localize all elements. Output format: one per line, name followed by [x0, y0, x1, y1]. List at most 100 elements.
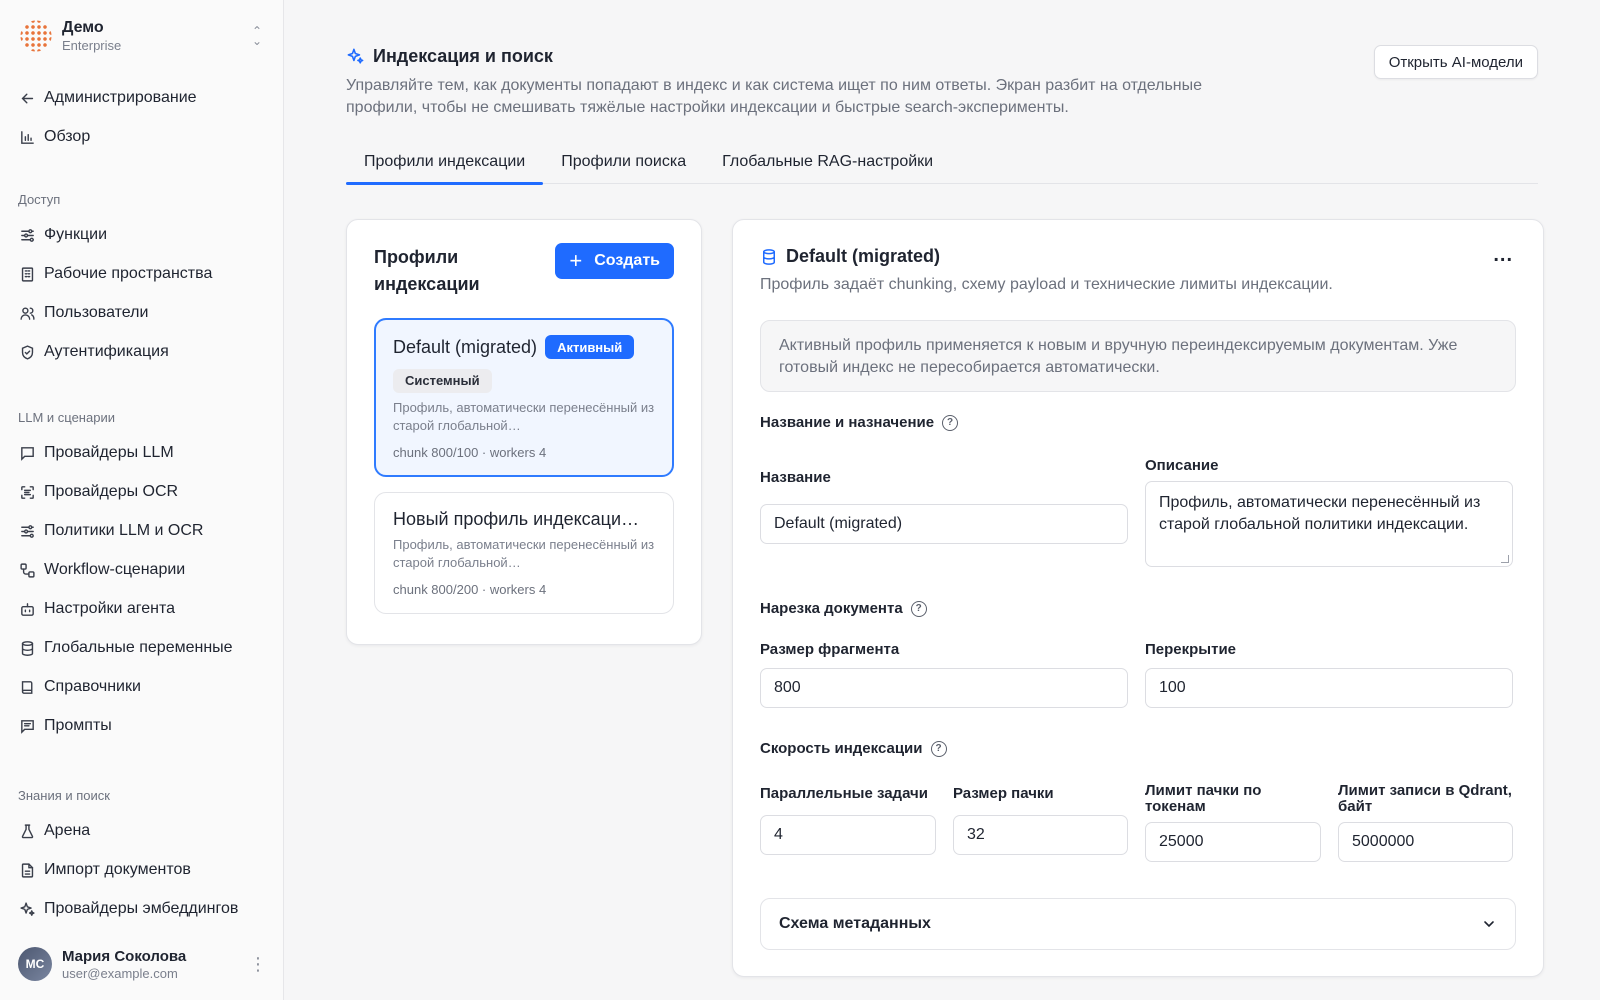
nav-arena[interactable]: Арена: [18, 815, 265, 847]
profile-card[interactable]: Новый профиль индексаци… Профиль, автома…: [374, 492, 674, 614]
page-description: Управляйте тем, как документы попадают в…: [346, 77, 1203, 116]
description-textarea[interactable]: Профиль, автоматически перенесённый из с…: [1145, 481, 1513, 567]
avatar: МС: [18, 947, 52, 981]
detail-title-text: Default (migrated): [786, 246, 941, 266]
nav-label: Пользователи: [44, 304, 149, 321]
page-title-text: Индексация и поиск: [373, 46, 553, 66]
status-badge-active: Активный: [545, 335, 635, 359]
org-switcher[interactable]: Демо Enterprise ⌃ ⌄: [18, 16, 265, 56]
nav-label: Глобальные переменные: [44, 639, 233, 656]
more-options-button[interactable]: ...: [1493, 245, 1513, 265]
tab-global-rag-settings[interactable]: Глобальные RAG-настройки: [704, 140, 951, 184]
help-circle-icon[interactable]: ?: [942, 414, 959, 431]
sliders-icon: [18, 226, 36, 244]
user-profile[interactable]: МС Мария Соколова user@example.com ⋮: [18, 944, 267, 984]
nav-embedding-providers[interactable]: Провайдеры эмбеддингов: [18, 893, 265, 925]
nav-group-knowledge: Знания и поиск: [18, 788, 110, 803]
nav-label: Провайдеры LLM: [44, 444, 174, 461]
batch-size-label: Размер пачки: [953, 785, 1054, 802]
nav-label: Политики LLM и OCR: [44, 522, 204, 539]
arrow-left-icon: [18, 89, 36, 107]
users-icon: [18, 304, 36, 322]
nav-users[interactable]: Пользователи: [18, 297, 265, 329]
more-vertical-icon[interactable]: ⋮: [249, 955, 267, 973]
nav-features[interactable]: Функции: [18, 219, 265, 251]
open-ai-models-button[interactable]: Открыть AI-модели: [1373, 45, 1538, 79]
detail-title: Default (migrated): [760, 246, 940, 267]
nav-label: Рабочие пространства: [44, 265, 213, 282]
description-field-label: Описание: [1145, 457, 1219, 474]
help-circle-icon[interactable]: ?: [930, 740, 947, 757]
chevron-down-icon: [1481, 916, 1497, 932]
accordion-label: Схема метаданных: [779, 915, 931, 932]
chevron-up-down-icon: ⌃ ⌄: [251, 24, 263, 48]
nav-group-llm: LLM и сценарии: [18, 410, 115, 425]
nav-overview[interactable]: Обзор: [18, 121, 265, 153]
nav-label: Промпты: [44, 717, 112, 734]
token-limit-label: Лимит пачки по токенам: [1145, 782, 1262, 815]
nav-global-vars[interactable]: Глобальные переменные: [18, 632, 265, 664]
parallel-tasks-input[interactable]: 4: [760, 815, 936, 855]
nav-label: Обзор: [44, 128, 91, 145]
message-text-icon: [18, 717, 36, 735]
create-button-label: Создать: [594, 252, 660, 269]
bot-icon: [18, 600, 36, 618]
nav-dictionaries[interactable]: Справочники: [18, 671, 265, 703]
book-icon: [18, 678, 36, 696]
description-text: Профиль, автоматически перенесённый из с…: [1159, 494, 1481, 533]
org-plan: Enterprise: [62, 38, 122, 53]
chunk-size-input[interactable]: 800: [760, 668, 1128, 708]
overlap-input[interactable]: 100: [1145, 668, 1513, 708]
bar-chart-icon: [18, 128, 36, 146]
help-circle-icon[interactable]: ?: [910, 600, 927, 617]
profiles-panel-title: Профили индексации: [374, 247, 480, 294]
nav-auth[interactable]: Аутентификация: [18, 336, 265, 368]
database-icon: [760, 248, 778, 266]
token-limit-input[interactable]: 25000: [1145, 822, 1321, 862]
profile-meta: chunk 800/200 · workers 4: [393, 582, 547, 597]
nav-group-access: Доступ: [18, 192, 61, 207]
tab-search-profiles[interactable]: Профили поиска: [543, 140, 704, 184]
profile-detail-panel: Default (migrated) ... Профиль задаёт ch…: [732, 219, 1544, 977]
nav-prompts[interactable]: Промпты: [18, 710, 265, 742]
shield-icon: [18, 343, 36, 361]
plus-icon: +: [569, 248, 583, 273]
section-title-text: Скорость индексации: [760, 740, 923, 757]
nav-workspaces[interactable]: Рабочие пространства: [18, 258, 265, 290]
resize-handle-icon[interactable]: [1501, 555, 1509, 563]
profile-name: Новый профиль индексаци…: [393, 509, 640, 529]
system-badge: Системный: [393, 369, 492, 393]
qdrant-limit-input[interactable]: 5000000: [1338, 822, 1513, 862]
nav-workflows[interactable]: Workflow-сценарии: [18, 554, 265, 586]
section-name-title: Название и назначение ?: [760, 414, 959, 431]
profiles-panel: Профили индексации + Создать Default (mi…: [346, 219, 702, 645]
nav-label: Импорт документов: [44, 861, 191, 878]
chunk-size-label: Размер фрагмента: [760, 641, 900, 658]
database-icon: [18, 639, 36, 657]
sidebar: Демо Enterprise ⌃ ⌄ Администрирование Обз…: [0, 0, 284, 1000]
user-email: user@example.com: [62, 965, 178, 981]
nav-label: Workflow-сценарии: [44, 561, 186, 578]
name-input[interactable]: Default (migrated): [760, 504, 1128, 544]
batch-size-input[interactable]: 32: [953, 815, 1128, 855]
scan-text-icon: [18, 483, 36, 501]
nav-back-admin[interactable]: Администрирование: [18, 82, 265, 114]
nav-label: Функции: [44, 226, 108, 243]
tab-indexing-profiles[interactable]: Профили индексации: [346, 140, 544, 185]
page-title: Индексация и поиск: [346, 46, 1206, 67]
nav-label: Администрирование: [44, 89, 197, 106]
profile-card-selected[interactable]: Default (migrated) Активный Системный Пр…: [374, 318, 674, 477]
nav-agent-settings[interactable]: Настройки агента: [18, 593, 265, 625]
nav-llm-ocr-policies[interactable]: Политики LLM и OCR: [18, 515, 265, 547]
nav-ocr-providers[interactable]: Провайдеры OCR: [18, 476, 265, 508]
nav-import-docs[interactable]: Импорт документов: [18, 854, 265, 886]
nav-label: Провайдеры эмбеддингов: [44, 900, 239, 917]
tabs: Профили индексации Профили поиска Глобал…: [346, 140, 1538, 185]
metadata-schema-accordion[interactable]: Схема метаданных: [760, 898, 1516, 950]
nav-llm-providers[interactable]: Провайдеры LLM: [18, 437, 265, 469]
create-profile-button[interactable]: + Создать: [555, 243, 674, 279]
building-icon: [18, 265, 36, 283]
nav-label: Арена: [44, 822, 91, 839]
nav-label: Настройки агента: [44, 600, 176, 617]
qdrant-limit-label: Лимит записи в Qdrant, байт: [1338, 782, 1512, 815]
